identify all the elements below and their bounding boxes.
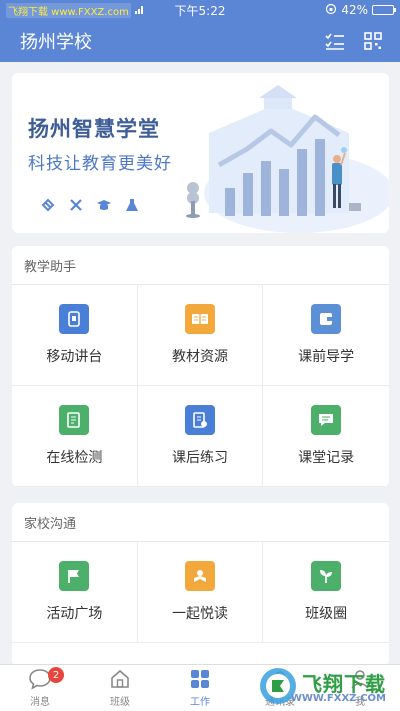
tools-icon [68,197,84,213]
header-actions [324,30,384,52]
banner-text: 扬州智慧学堂 科技让教育更美好 [28,113,172,174]
home-icon [107,667,133,691]
status-left: 飞翔下载 www.FXXZ.com [6,2,143,18]
feature-grid: 活动广场 一起悦读 班级圈 [12,542,389,643]
feature-pre-class-guide[interactable]: 课前导学 [263,285,389,386]
feature-mobile-podium[interactable]: 移动讲台 [12,285,138,386]
tab-work[interactable]: 工作 [160,665,240,711]
feature-activity-square[interactable]: 活动广场 [12,542,138,643]
feature-class-record[interactable]: 课堂记录 [263,386,389,487]
section-home-school: 家校沟通 活动广场 一起悦读 班级圈 [12,503,389,666]
feature-label: 课堂记录 [298,450,355,466]
feature-class-circle[interactable]: 班级圈 [263,542,389,643]
rotation-lock-icon [325,3,337,18]
textbook-icon [184,304,215,334]
checklist-icon[interactable] [324,30,346,52]
feature-grid: 移动讲台 教材资源 课前导学 在线检测 课后练习 课堂记录 [12,285,389,487]
feature-label: 移动讲台 [46,349,103,365]
app-header: 扬州学校 [0,20,400,62]
status-right: 42% [325,3,396,18]
document-edit-icon [59,405,90,435]
feature-label: 在线检测 [46,450,103,466]
flask-icon [124,197,140,213]
feature-label: 班级圈 [305,606,348,622]
feature-after-class-exercise[interactable]: 课后练习 [137,386,264,487]
feature-label: 活动广场 [46,606,103,622]
feature-label: 教材资源 [171,349,228,365]
section-title: 家校沟通 [12,503,389,542]
banner-card[interactable]: 扬州智慧学堂 科技让教育更美好 [12,73,389,233]
battery-icon [372,5,396,15]
section-teaching-assistant: 教学助手 移动讲台 教材资源 课前导学 在线检测 课后练习 课堂记录 [12,246,389,487]
feature-label: 课后练习 [171,450,228,466]
banner-illustration [186,85,389,233]
wifi-icon [134,6,143,14]
tab-label: 班级 [110,697,130,708]
feature-label: 课前导学 [298,349,355,365]
feature-textbook-resources[interactable]: 教材资源 [137,285,264,386]
tab-class[interactable]: 班级 [80,665,160,711]
battery-percent: 42% [341,3,368,17]
unread-badge: 2 [48,667,64,683]
flag-icon [59,561,90,591]
banner-mini-icons [40,197,140,213]
mobile-podium-icon [59,304,90,334]
watermark-site: WWW.FXXZ.COM [290,693,386,704]
page-title: 扬州学校 [20,32,92,53]
chat-record-icon [311,405,342,435]
link-icon [40,197,56,213]
status-bar: 飞翔下载 www.FXXZ.com 下午5:22 42% [0,0,400,20]
grid-apps-icon [187,667,213,691]
exercise-doc-icon [184,405,215,435]
feature-label: 一起悦读 [171,606,228,622]
reading-icon [184,561,215,591]
carrier-label: 飞翔下载 www.FXXZ.com [6,2,131,18]
sprout-icon [311,561,342,591]
banner-title: 扬州智慧学堂 [28,117,160,141]
section-title: 教学助手 [12,246,389,285]
tab-label: 消息 [30,697,50,708]
feature-read-together[interactable]: 一起悦读 [137,542,264,643]
tab-messages[interactable]: 2 消息 [0,665,80,711]
scan-icon[interactable] [362,30,384,52]
tab-label: 工作 [190,697,210,708]
banner-subtitle: 科技让教育更美好 [28,154,172,174]
wallet-book-icon [311,304,342,334]
feature-online-test[interactable]: 在线检测 [12,386,138,487]
graduation-cap-icon [96,197,112,213]
